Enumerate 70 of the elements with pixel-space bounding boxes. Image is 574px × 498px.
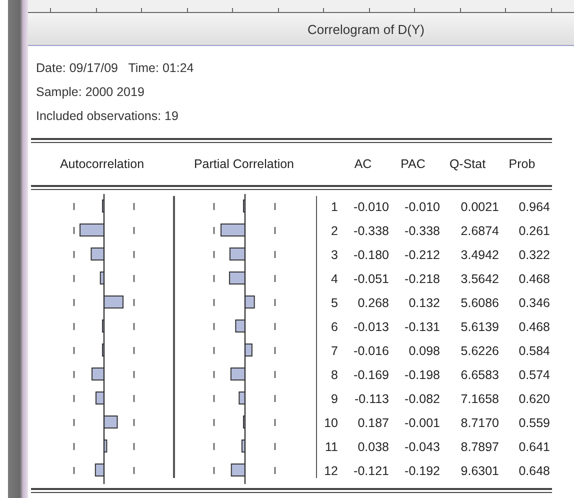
lag-cell-text: 3: [330, 248, 338, 262]
q-stat-cell-text: 5.6226: [460, 344, 499, 358]
ac-cell-text: -0.180: [352, 248, 389, 262]
prob-cell-text: 0.584: [518, 344, 550, 358]
pac-cell-text: -0.338: [404, 224, 440, 238]
q-stat-cell-text: 3.5642: [460, 272, 499, 286]
lag-cell-text: 7: [330, 344, 338, 358]
ac-cell-text: 0.187: [356, 416, 389, 430]
lag-cell-text: 11: [324, 440, 338, 454]
column-header: PAC: [400, 157, 426, 171]
lag-cell-text: 5: [330, 296, 338, 310]
info-line: Sample: 2000 2019: [36, 84, 146, 101]
ac-cell-text: -0.010: [352, 200, 389, 214]
ac-cell-text: -0.121: [352, 464, 389, 478]
lag-cell-text: 9: [330, 392, 338, 406]
q-stat-cell-text: 5.6086: [460, 296, 499, 310]
ac-cell-text: -0.051: [352, 272, 389, 286]
prob-cell-text: 0.468: [518, 320, 550, 334]
pac-cell-text: -0.192: [404, 464, 440, 478]
lag-cell-text: 10: [323, 416, 338, 430]
prob-cell-text: 0.261: [518, 224, 550, 238]
q-stat-cell-text: 2.6874: [460, 224, 499, 238]
ac-cell-text: 0.038: [356, 440, 389, 454]
prob-cell-text: 0.641: [518, 440, 550, 454]
pac-cell-text: -0.212: [404, 248, 440, 262]
ac-cell-text: -0.169: [352, 368, 389, 382]
q-stat-cell-text: 6.6583: [460, 368, 499, 382]
ac-cell-text: -0.016: [352, 344, 389, 358]
q-stat-cell-text: 7.1658: [460, 392, 499, 406]
pac-cell-text: -0.010: [404, 200, 440, 214]
info-line: Included observations: 19: [36, 108, 180, 125]
lag-cell-text: 12: [323, 464, 338, 478]
prob-cell-text: 0.620: [518, 392, 550, 406]
pac-cell-text: -0.198: [404, 368, 440, 382]
ac-cell-text: 0.268: [356, 296, 389, 310]
prob-cell-text: 0.559: [518, 416, 550, 430]
lag-cell-text: 4: [330, 272, 338, 286]
q-stat-cell-text: 9.6301: [460, 464, 499, 478]
lag-cell-text: 8: [330, 368, 338, 382]
prob-cell-text: 0.346: [518, 296, 550, 310]
q-stat-cell-text: 0.0021: [460, 200, 499, 214]
q-stat-cell-text: 8.7897: [460, 440, 499, 454]
pac-cell-text: 0.098: [408, 344, 440, 358]
prob-cell-text: 0.574: [518, 368, 550, 382]
column-header: AC: [353, 157, 373, 171]
ac-cell-text: -0.113: [353, 392, 389, 406]
lag-cell-text: 1: [330, 200, 338, 214]
column-header: Prob: [508, 157, 536, 171]
window-title: Correlogram of D(Y): [307, 22, 425, 36]
q-stat-cell-text: 8.7170: [460, 416, 499, 430]
pac-cell-text: -0.082: [404, 392, 440, 406]
ac-cell-text: -0.013: [352, 320, 389, 334]
prob-cell-text: 0.468: [518, 272, 550, 286]
q-stat-cell-text: 3.4942: [460, 248, 499, 262]
pac-cell-text: -0.131: [404, 320, 440, 334]
info-line: Date: 09/17/09 Time: 01:24: [36, 60, 195, 77]
prob-cell-text: 0.964: [518, 200, 550, 214]
prob-cell-text: 0.648: [518, 464, 550, 478]
column-header: Autocorrelation: [58, 157, 146, 171]
column-header: Q-Stat: [448, 157, 487, 171]
ac-cell-text: -0.338: [352, 224, 389, 238]
pac-cell-text: -0.218: [404, 272, 440, 286]
prob-cell-text: 0.322: [518, 248, 550, 262]
pac-cell-text: -0.043: [404, 440, 440, 454]
column-header: Partial Correlation: [192, 157, 296, 171]
pac-cell-text: -0.001: [404, 416, 440, 430]
pac-cell-text: 0.132: [408, 296, 440, 310]
q-stat-cell-text: 5.6139: [460, 320, 499, 334]
lag-cell-text: 2: [330, 224, 338, 238]
lag-cell-text: 6: [330, 320, 338, 334]
